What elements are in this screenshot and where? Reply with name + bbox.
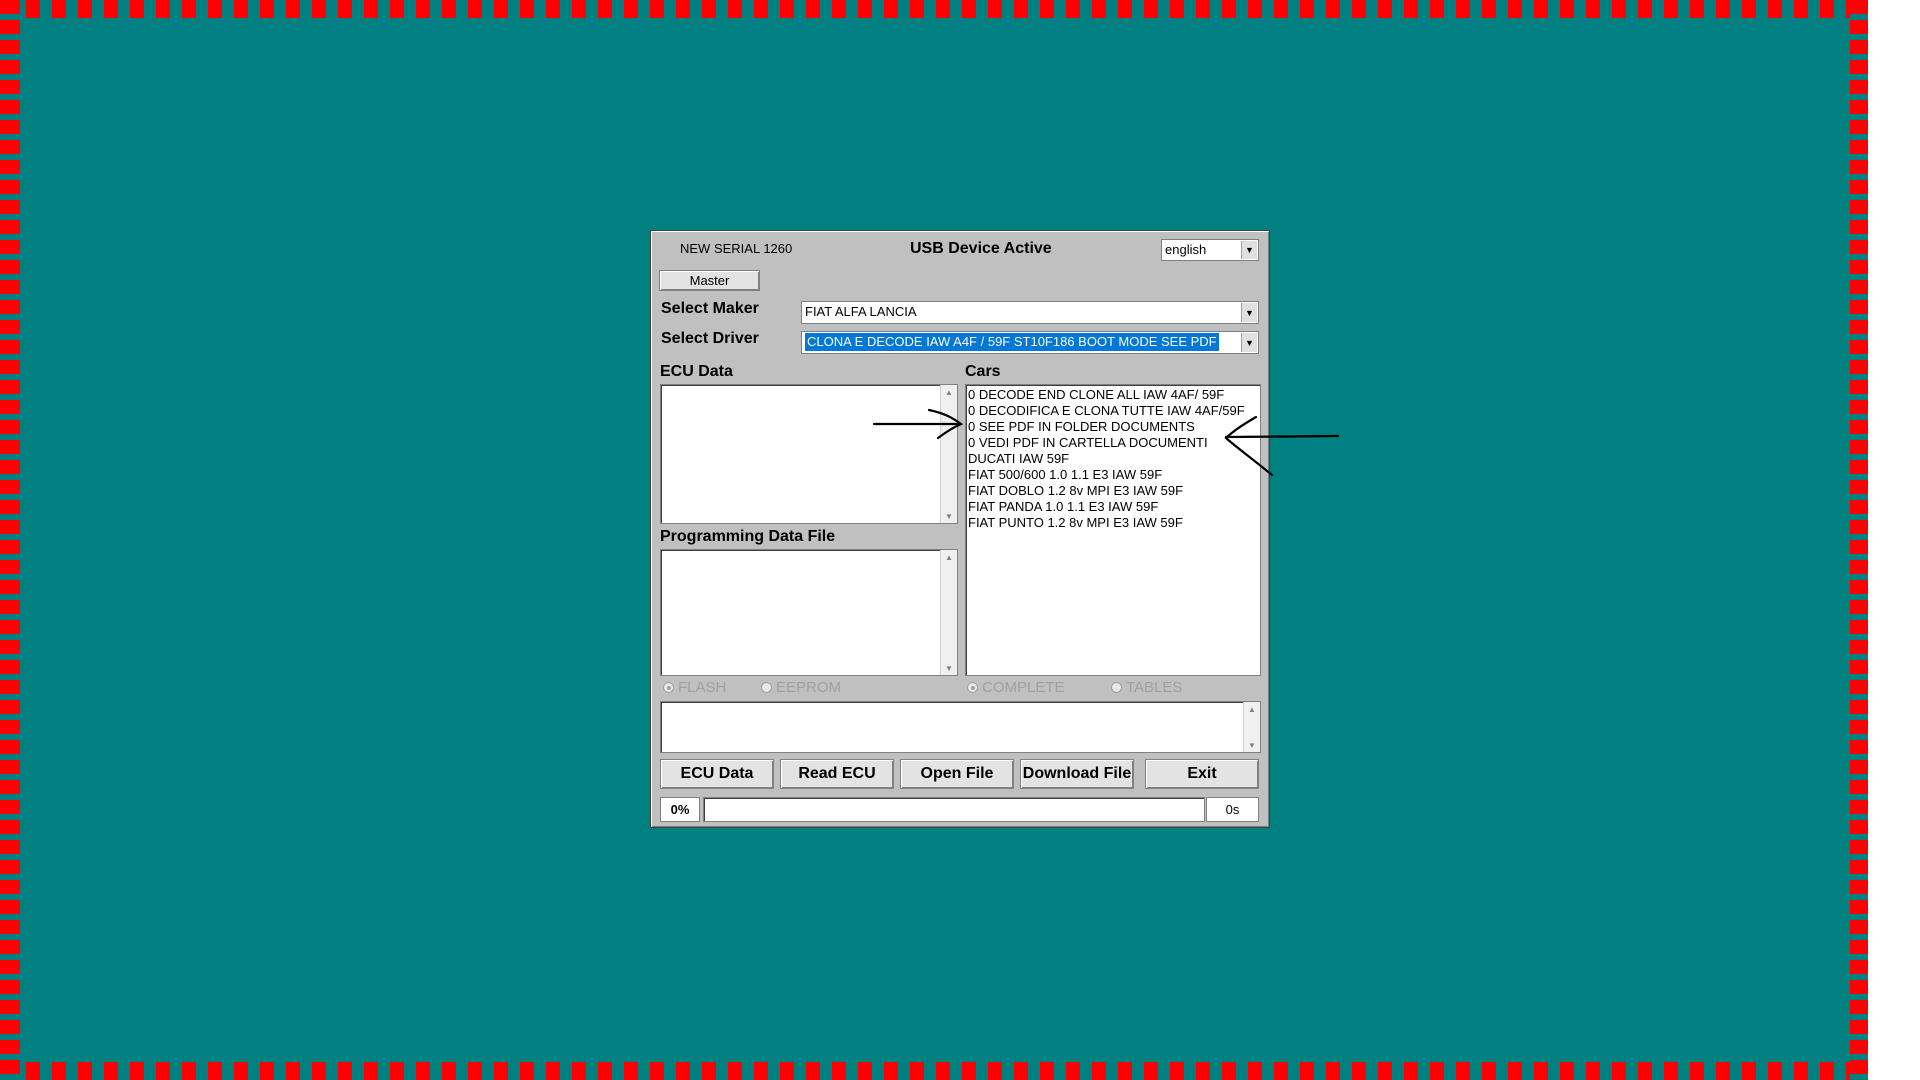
cars-list-item[interactable]: FIAT 500/600 1.0 1.1 E3 IAW 59F [968,467,1258,483]
maker-select[interactable]: FIAT ALFA LANCIA ▼ [801,301,1259,324]
right-border-decoration [1850,0,1868,1080]
ecu-data-label: ECU Data [660,363,733,380]
ecu-data-scrollbar[interactable]: ▲ ▼ [940,385,957,523]
chevron-down-icon[interactable]: ▼ [1241,241,1257,259]
cars-list-item[interactable]: DUCATI IAW 59F [968,451,1258,467]
radio-dot-icon[interactable] [663,682,674,693]
log-textarea[interactable]: ▲ ▼ [660,701,1261,753]
progress-percent: 0% [660,797,700,822]
scroll-down-icon[interactable]: ▼ [1244,738,1260,752]
cars-listbox[interactable]: 0 DECODE END CLONE ALL IAW 4AF/ 59F 0 DEC… [965,384,1261,676]
radio-dot-icon[interactable] [761,682,772,693]
maker-value: FIAT ALFA LANCIA [805,304,917,319]
cars-list-item[interactable]: 0 SEE PDF IN FOLDER DOCUMENTS [968,419,1258,435]
complete-radio[interactable]: COMPLETE [967,679,1065,696]
download-file-button[interactable]: Download File [1020,759,1134,789]
cars-list-item[interactable]: 0 VEDI PDF IN CARTELLA DOCUMENTI [968,435,1258,451]
flash-radio[interactable]: FLASH [663,679,726,696]
serial-label: NEW SERIAL 1260 [680,241,793,256]
programming-data-scrollbar[interactable]: ▲ ▼ [940,550,957,675]
bottom-border-decoration [0,1062,1868,1080]
progress-bar [703,797,1205,822]
open-file-button[interactable]: Open File [900,759,1014,789]
scroll-down-icon[interactable]: ▼ [941,661,957,675]
scroll-down-icon[interactable]: ▼ [941,509,957,523]
driver-value: CLONA E DECODE IAW A4F / 59F ST10F186 BO… [805,333,1219,351]
driver-select[interactable]: CLONA E DECODE IAW A4F / 59F ST10F186 BO… [801,331,1259,354]
ecu-data-button[interactable]: ECU Data [660,759,774,789]
scroll-up-icon[interactable]: ▲ [941,385,957,399]
scroll-up-icon[interactable]: ▲ [1244,702,1260,716]
elapsed-time: 0s [1206,797,1259,822]
eeprom-radio[interactable]: EEPROM [761,679,841,696]
complete-label: COMPLETE [982,679,1065,696]
flash-label: FLASH [678,679,727,696]
cars-list-item[interactable]: FIAT PUNTO 1.2 8v MPI E3 IAW 59F [968,515,1258,531]
cars-list-item[interactable]: 0 DECODE END CLONE ALL IAW 4AF/ 59F [968,387,1258,403]
top-border-decoration [0,0,1868,18]
left-border-decoration [0,0,20,1080]
tables-label: TABLES [1126,679,1183,696]
ecu-data-textarea[interactable]: ▲ ▼ [660,384,958,524]
scroll-up-icon[interactable]: ▲ [941,550,957,564]
language-select[interactable]: english ▼ [1161,239,1259,261]
read-ecu-button[interactable]: Read ECU [780,759,894,789]
programming-data-label: Programming Data File [660,528,836,545]
master-button[interactable]: Master [659,270,760,291]
programming-data-textarea[interactable]: ▲ ▼ [660,549,958,676]
radio-dot-icon[interactable] [1111,682,1122,693]
eeprom-label: EEPROM [776,679,842,696]
cars-list-item[interactable]: FIAT DOBLO 1.2 8v MPI E3 IAW 59F [968,483,1258,499]
log-scrollbar[interactable]: ▲ ▼ [1243,702,1260,752]
ecu-tool-window: NEW SERIAL 1260 USB Device Active englis… [650,230,1270,828]
chevron-down-icon[interactable]: ▼ [1241,303,1257,322]
exit-button[interactable]: Exit [1145,759,1259,789]
cars-label: Cars [965,363,1001,380]
radio-dot-icon[interactable] [967,682,978,693]
cars-list[interactable]: 0 DECODE END CLONE ALL IAW 4AF/ 59F 0 DEC… [966,385,1260,533]
cars-list-item[interactable]: FIAT PANDA 1.0 1.1 E3 IAW 59F [968,499,1258,515]
usb-status-label: USB Device Active [910,240,1052,257]
cars-list-item[interactable]: 0 DECODIFICA E CLONA TUTTE IAW 4AF/59F [968,403,1258,419]
select-maker-label: Select Maker [661,300,759,317]
chevron-down-icon[interactable]: ▼ [1241,333,1257,352]
right-margin-strip [1868,0,1920,1080]
tables-radio[interactable]: TABLES [1111,679,1182,696]
select-driver-label: Select Driver [661,330,759,347]
language-value: english [1165,242,1207,257]
